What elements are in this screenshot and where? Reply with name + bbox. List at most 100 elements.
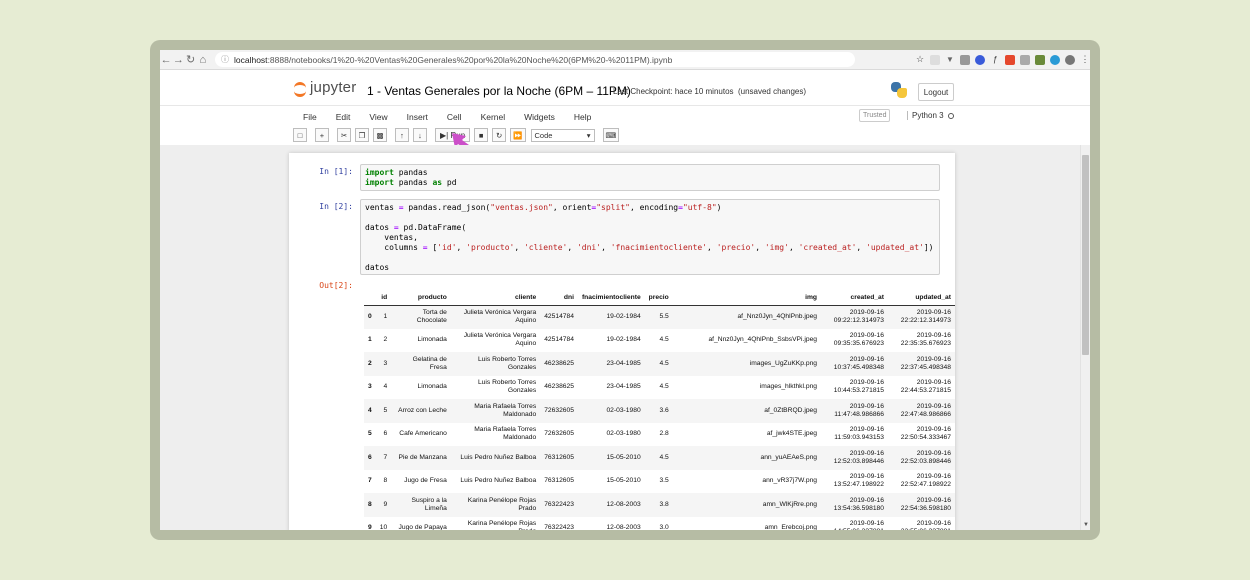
forward-icon[interactable]: → (172, 51, 184, 69)
table-cell: 76312605 (544, 453, 574, 461)
menu-kernel[interactable]: Kernel (481, 112, 506, 122)
cut-icon[interactable]: ✂ (337, 128, 351, 142)
move-down-icon[interactable]: ↓ (413, 128, 427, 142)
table-cell: Limonada (417, 336, 447, 344)
table-cell: 3.8 (659, 500, 669, 508)
table-cell: 2019-09-16 10:37:45.498348 (833, 355, 884, 371)
paste-icon[interactable]: ▩ (373, 128, 387, 142)
menu-cell[interactable]: Cell (447, 112, 462, 122)
table-cell: af_Nnz0Jyn_4QhlPnb.jpeg (737, 313, 818, 320)
keyboard-icon[interactable]: ⌨ (602, 128, 620, 142)
save-icon[interactable]: □ (293, 128, 307, 142)
copy-icon[interactable]: ❐ (355, 128, 369, 142)
extension-icon[interactable] (1035, 54, 1045, 65)
table-cell: 2019-09-16 22:44:53.271815 (900, 379, 951, 395)
code-cell-2[interactable]: ventas = pandas.read_json("ventas.json",… (360, 199, 940, 275)
code-line: datos = pd.DataFrame( (365, 223, 467, 232)
extension-icon[interactable] (930, 54, 940, 65)
code-cell-1[interactable]: import pandas import pandas as pd (360, 164, 940, 191)
table-cell: 72632605 (544, 406, 574, 414)
cell-1-prompt: In [1]: (319, 167, 353, 176)
extension-icon[interactable] (975, 54, 985, 65)
notebook-area: In [1]: import pandas import pandas as p… (160, 145, 1080, 530)
menu-file[interactable]: File (303, 112, 317, 122)
restart-icon[interactable]: ↻ (492, 128, 507, 142)
logout-button[interactable]: Logout (918, 83, 954, 101)
table-row: 0 1 Torta de Chocolate Julieta Verónica Ver… (364, 305, 955, 329)
table-cell: Luis Roberto Torres Gonzales (477, 355, 537, 371)
table-cell: 42514784 (544, 313, 574, 320)
extension-icons: ☆ ▼ ƒ ⋮ (915, 54, 1090, 65)
notebook-page: In [1]: import pandas import pandas as p… (289, 153, 955, 530)
scroll-down-icon[interactable]: ▼ (1083, 522, 1089, 528)
browser-address-bar: ← → ↻ ⌂ ⓘ localhost:8888/notebooks/1%20-… (160, 50, 1090, 70)
table-cell: 12-08-2003 (606, 500, 641, 508)
table-cell: 10 (379, 524, 388, 530)
menu-edit[interactable]: Edit (336, 112, 351, 122)
table-body: 0 1 Torta de Chocolate Julieta Verónica Ver… (364, 305, 955, 530)
table-cell: Limonada (417, 383, 447, 391)
table-cell: 2019-09-16 22:52:47.198922 (900, 473, 951, 489)
table-cell: af_0ZtBRQD.jpeg (764, 406, 818, 414)
checkpoint-text: Last Checkpoint: hace 10 minutos (613, 87, 734, 96)
table-cell: 2019-09-16 14:55:06.337881 (834, 520, 884, 530)
menu-view[interactable]: View (369, 112, 387, 122)
vertical-scrollbar[interactable]: ▼ (1080, 145, 1090, 530)
table-cell: 1 (383, 313, 388, 320)
url-input[interactable]: ⓘ localhost:8888/notebooks/1%20-%20Venta… (215, 52, 855, 67)
menu-widgets[interactable]: Widgets (524, 112, 555, 122)
notebook-title[interactable]: 1 - Ventas Generales por la Noche (6PM –… (367, 84, 631, 98)
extension-icon[interactable] (1005, 54, 1015, 65)
kernel-indicator[interactable]: Python 3 (907, 111, 954, 120)
reload-icon[interactable]: ↻ (185, 51, 197, 69)
insert-cell-icon[interactable]: + (315, 128, 329, 142)
formula-icon[interactable]: ƒ (990, 55, 1000, 65)
row-index: 0 (368, 313, 372, 320)
url-host: localhost (234, 54, 268, 65)
row-index: 3 (368, 383, 372, 391)
move-up-icon[interactable]: ↑ (395, 128, 409, 142)
table-cell: 5 (383, 406, 388, 414)
table-cell: Pie de Manzana (398, 453, 447, 461)
table-cell: amn_Erebcoj.png (764, 524, 818, 530)
table-cell: 6 (383, 430, 388, 438)
menu-help[interactable]: Help (574, 112, 591, 122)
index-header (364, 291, 376, 306)
jupyter-logo[interactable]: jupyter (293, 79, 356, 97)
home-icon[interactable]: ⌂ (197, 51, 209, 69)
table-cell: 23-04-1985 (606, 359, 641, 367)
table-cell: 76322423 (544, 500, 574, 508)
profile-avatar-icon[interactable] (1065, 54, 1075, 65)
table-cell: ann_vR37j7W.png (762, 477, 818, 485)
table-cell: Luis Pedro Nuñez Balboa (460, 453, 537, 461)
trusted-badge[interactable]: Trusted (859, 109, 891, 122)
table-cell: Suspiro a la Limeña (411, 496, 447, 512)
star-icon[interactable]: ☆ (915, 54, 925, 65)
extension-icon[interactable] (960, 54, 970, 65)
menu-insert[interactable]: Insert (407, 112, 428, 122)
table-cell: Torta de Chocolate (416, 309, 447, 324)
dataframe-table: id producto cliente dni fnacimientoclien… (364, 291, 955, 530)
row-index: 8 (368, 500, 372, 508)
cell-type-select[interactable]: Code ▾ (530, 128, 595, 142)
row-index: 7 (368, 477, 372, 485)
table-cell: Julieta Verónica Vergara Aquino (463, 309, 537, 324)
extension-icon[interactable] (1050, 54, 1060, 65)
vpn-icon[interactable]: ▼ (945, 55, 955, 65)
restart-run-all-icon[interactable]: ⏩ (510, 128, 526, 142)
table-cell: 12-08-2003 (606, 524, 641, 530)
table-cell: 2019-09-16 11:47:48.986866 (834, 402, 884, 418)
table-cell: Maria Rafaela Torres Maldonado (474, 426, 537, 442)
table-cell: 4.5 (659, 359, 669, 367)
table-cell: 2.8 (659, 430, 669, 438)
chevron-down-icon: ▾ (586, 130, 591, 140)
menu-kebab-icon[interactable]: ⋮ (1080, 54, 1090, 65)
extension-icon[interactable] (1020, 54, 1030, 65)
table-cell: Cafe Americano (399, 430, 447, 438)
table-row: 4 5 Arroz con Leche Maria Rafaela Torres Ma… (364, 399, 955, 423)
back-icon[interactable]: ← (160, 51, 172, 69)
scrollbar-thumb[interactable] (1082, 155, 1089, 355)
table-row: 3 4 Limonada Luis Roberto Torres Gonzales 46… (364, 376, 955, 400)
row-index: 1 (368, 336, 372, 344)
